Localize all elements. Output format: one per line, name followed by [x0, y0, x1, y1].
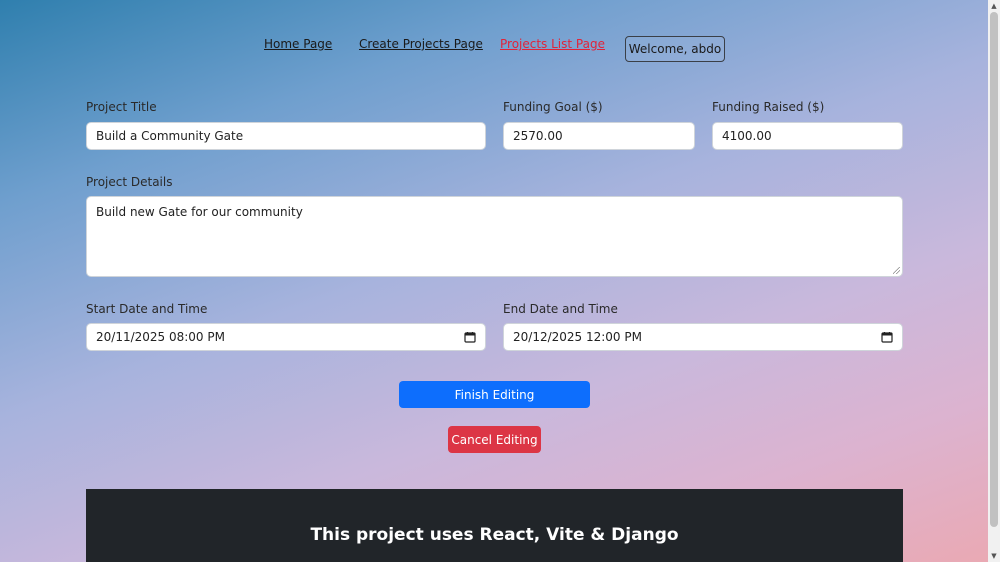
end-date-input[interactable]: 20/12/2025 12:00 PM: [503, 323, 903, 351]
funding-goal-label: Funding Goal ($): [503, 100, 603, 114]
project-details-text: Build new Gate for our community: [96, 205, 303, 219]
end-date-label: End Date and Time: [503, 302, 618, 316]
start-date-input[interactable]: 20/11/2025 08:00 PM: [86, 323, 486, 351]
nav-projects-list-link[interactable]: Projects List Page: [500, 37, 605, 51]
footer-text: This project uses React, Vite & Django: [310, 525, 679, 545]
project-details-textarea[interactable]: Build new Gate for our community: [86, 196, 903, 277]
nav-create-projects-link[interactable]: Create Projects Page: [359, 37, 483, 51]
footer: This project uses React, Vite & Django: [86, 489, 903, 562]
welcome-user-button[interactable]: Welcome, abdo: [625, 36, 725, 62]
vertical-scrollbar[interactable]: ▲ ▼: [988, 0, 1000, 562]
scroll-down-arrow-icon[interactable]: ▼: [990, 552, 998, 560]
calendar-icon[interactable]: [464, 331, 476, 343]
funding-raised-input[interactable]: 4100.00: [712, 122, 903, 150]
project-title-input[interactable]: Build a Community Gate: [86, 122, 486, 150]
funding-goal-input[interactable]: 2570.00: [503, 122, 695, 150]
start-date-value: 20/11/2025 08:00 PM: [96, 330, 225, 344]
finish-editing-button[interactable]: Finish Editing: [399, 381, 590, 408]
scroll-up-arrow-icon[interactable]: ▲: [990, 2, 998, 10]
project-details-label: Project Details: [86, 175, 173, 189]
resize-grip-icon[interactable]: [893, 267, 900, 274]
end-date-value: 20/12/2025 12:00 PM: [513, 330, 642, 344]
scrollbar-thumb[interactable]: [990, 12, 998, 527]
calendar-icon[interactable]: [881, 331, 893, 343]
project-title-label: Project Title: [86, 100, 157, 114]
funding-raised-label: Funding Raised ($): [712, 100, 825, 114]
page: Home Page Create Projects Page Projects …: [0, 0, 988, 562]
nav-home-link[interactable]: Home Page: [264, 37, 332, 51]
start-date-label: Start Date and Time: [86, 302, 208, 316]
cancel-editing-button[interactable]: Cancel Editing: [448, 426, 541, 453]
